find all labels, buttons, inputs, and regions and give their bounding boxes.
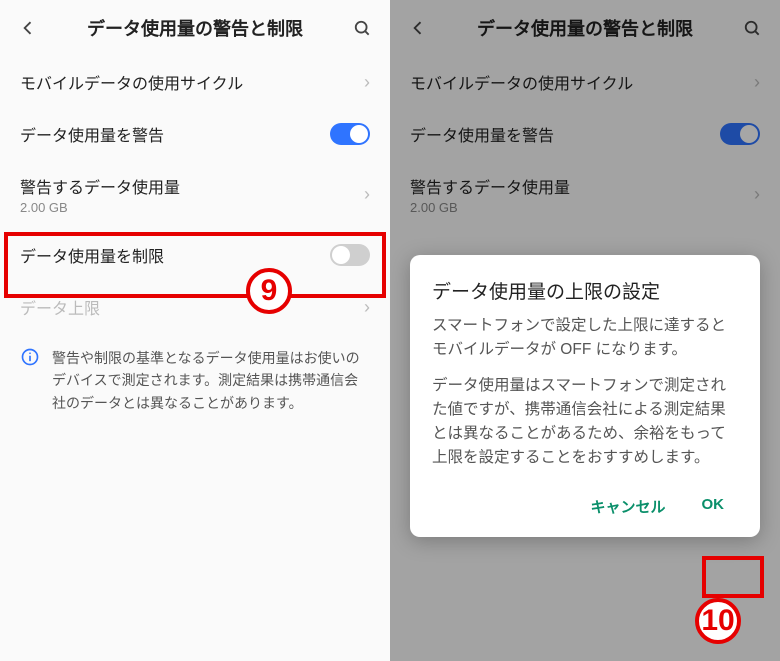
toggle-warn[interactable]: [330, 123, 370, 145]
row-subvalue: 2.00 GB: [20, 200, 356, 215]
row-mobile-cycle[interactable]: モバイルデータの使用サイクル ›: [0, 56, 390, 108]
row-label: モバイルデータの使用サイクル: [20, 70, 356, 94]
row-warn-toggle[interactable]: データ使用量を警告: [0, 108, 390, 160]
chevron-right-icon: ›: [364, 72, 370, 93]
annotation-callout-10: 10: [695, 598, 741, 644]
page-title: データ使用量の警告と制限: [44, 15, 346, 41]
annotation-callout-9: 9: [246, 268, 292, 314]
left-screen: データ使用量の警告と制限 モバイルデータの使用サイクル › データ使用量を警告 …: [0, 0, 390, 661]
row-label: 警告するデータ使用量: [20, 174, 356, 198]
row-label: データ使用量を警告: [20, 122, 322, 146]
row-label: データ上限: [20, 295, 356, 319]
row-warn-amount[interactable]: 警告するデータ使用量 2.00 GB ›: [0, 160, 390, 229]
header: データ使用量の警告と制限: [0, 0, 390, 56]
right-screen: データ使用量の警告と制限 モバイルデータの使用サイクル › データ使用量を警告 …: [390, 0, 780, 661]
dialog-data-limit: データ使用量の上限の設定 スマートフォンで設定した上限に達するとモバイルデータが…: [410, 255, 760, 537]
chevron-right-icon: ›: [364, 184, 370, 205]
row-label: データ使用量を制限: [20, 243, 322, 267]
cancel-button[interactable]: キャンセル: [576, 486, 679, 527]
dialog-body-1: スマートフォンで設定した上限に達するとモバイルデータが OFF になります。: [432, 314, 738, 362]
row-data-cap: データ上限 ›: [0, 281, 390, 333]
chevron-right-icon: ›: [364, 297, 370, 318]
search-icon[interactable]: [346, 12, 378, 44]
dialog-actions: キャンセル OK: [432, 482, 738, 527]
info-icon: [20, 347, 40, 414]
info-note: 警告や制限の基準となるデータ使用量はお使いのデバイスで測定されます。測定結果は携…: [0, 333, 390, 428]
dialog-title: データ使用量の上限の設定: [432, 277, 738, 304]
dialog-body-2: データ使用量はスマートフォンで測定された値ですが、携帯通信会社による測定結果とは…: [432, 374, 738, 470]
row-limit-toggle[interactable]: データ使用量を制限: [0, 229, 390, 281]
toggle-limit[interactable]: [330, 244, 370, 266]
back-icon[interactable]: [12, 12, 44, 44]
ok-button[interactable]: OK: [688, 486, 739, 527]
info-text: 警告や制限の基準となるデータ使用量はお使いのデバイスで測定されます。測定結果は携…: [52, 347, 370, 414]
